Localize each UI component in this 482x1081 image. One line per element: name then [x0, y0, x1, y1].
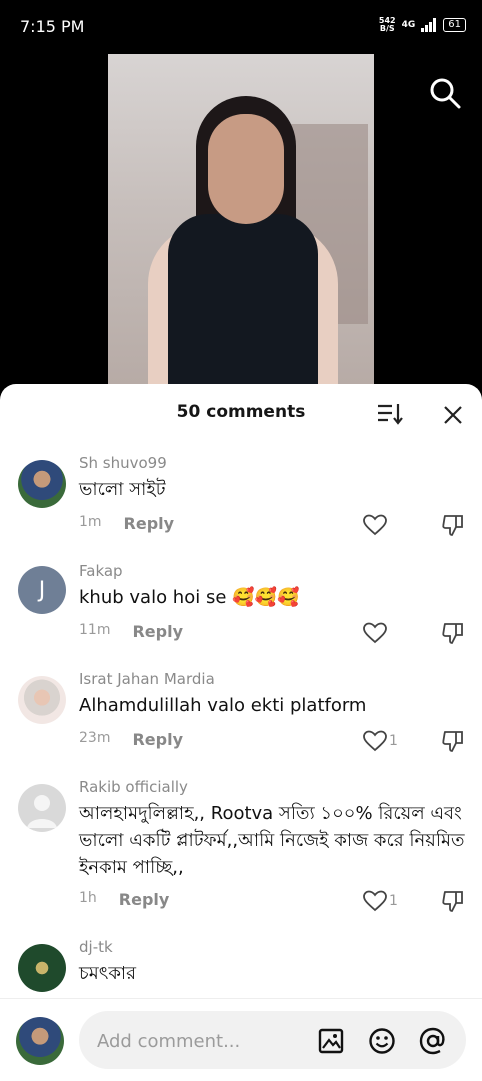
comment-username[interactable]: dj-tk — [79, 938, 113, 956]
comment-time: 1m — [79, 514, 102, 530]
comment-username[interactable]: Fakap — [79, 562, 123, 580]
comment-meta: 1m Reply — [79, 514, 174, 533]
network-speed: 542 B/S — [378, 16, 396, 33]
comment-time: 11m — [79, 622, 111, 638]
comment-text: আলহামদুলিল্লাহ,, Rootva সত্যি ১০০% রিয়ে… — [79, 803, 465, 878]
comment-meta: 23m Reply — [79, 730, 183, 749]
close-icon[interactable] — [440, 402, 466, 428]
comment-meta: 1h Reply — [79, 890, 169, 909]
video-subject-scarf — [168, 214, 318, 384]
comment-item: dj-tk চমৎকার — [0, 938, 482, 998]
avatar[interactable] — [18, 676, 66, 724]
comment-item: Sh shuvo99 ভালো সাইট 1m Reply — [0, 454, 482, 554]
like-button[interactable]: 1 — [363, 889, 403, 913]
heart-icon — [363, 514, 387, 536]
dislike-icon[interactable] — [441, 621, 465, 645]
comment-meta: 11m Reply — [79, 622, 183, 641]
comment-item: Israt Jahan Mardia Alhamdulillah valo ek… — [0, 670, 482, 770]
dislike-icon[interactable] — [441, 513, 465, 537]
battery-icon: 61 — [443, 18, 466, 32]
at-icon[interactable] — [419, 1027, 447, 1055]
default-avatar-icon — [27, 795, 57, 828]
comment-input[interactable] — [95, 1011, 299, 1071]
comment-text: ভালো সাইট — [79, 479, 166, 500]
video-subject-face — [208, 114, 284, 224]
heart-icon — [363, 622, 387, 644]
like-button[interactable]: 1 — [363, 729, 403, 753]
video-player[interactable] — [108, 54, 374, 384]
current-user-avatar[interactable] — [16, 1017, 64, 1065]
reply-button[interactable]: Reply — [124, 514, 175, 533]
like-button[interactable] — [363, 513, 403, 537]
avatar-initial: J — [38, 577, 46, 603]
network-type: 4G — [401, 20, 416, 30]
like-count: 1 — [389, 893, 398, 909]
status-time: 7:15 PM — [20, 17, 85, 36]
heart-icon — [363, 890, 387, 912]
like-count: 1 — [389, 733, 398, 749]
comment-text: khub valo hoi se 🥰🥰🥰 — [79, 587, 300, 608]
comment-text: চমৎকার — [79, 963, 137, 984]
avatar[interactable] — [18, 460, 66, 508]
reply-button[interactable]: Reply — [132, 730, 183, 749]
status-indicators: 542 B/S 4G 61 — [379, 17, 466, 33]
avatar[interactable]: J — [18, 566, 66, 614]
heart-icon — [363, 730, 387, 752]
search-icon[interactable] — [428, 76, 462, 110]
comment-username[interactable]: Sh shuvo99 — [79, 454, 167, 472]
comment-input-bar — [0, 998, 482, 1081]
comment-username[interactable]: Rakib officially — [79, 778, 188, 796]
image-icon[interactable] — [317, 1027, 345, 1055]
comment-text: Alhamdulillah valo ekti platform — [79, 695, 367, 716]
reply-button[interactable]: Reply — [119, 890, 170, 909]
comment-time: 23m — [79, 730, 111, 746]
signal-icon — [421, 18, 437, 32]
comment-input-container — [79, 1011, 466, 1071]
comment-time: 1h — [79, 890, 97, 906]
comments-sheet: 50 comments Sh shuvo99 ভালো সাইট 1m Repl… — [0, 384, 482, 1080]
avatar[interactable] — [18, 944, 66, 992]
emoji-icon[interactable] — [368, 1027, 396, 1055]
reply-button[interactable]: Reply — [132, 622, 183, 641]
comment-username[interactable]: Israt Jahan Mardia — [79, 670, 215, 688]
like-button[interactable] — [363, 621, 403, 645]
dislike-icon[interactable] — [441, 889, 465, 913]
sort-icon[interactable] — [376, 402, 404, 426]
status-bar: 7:15 PM 542 B/S 4G 61 — [0, 0, 482, 54]
comment-item: J Fakap khub valo hoi se 🥰🥰🥰 11m Reply — [0, 562, 482, 662]
dislike-icon[interactable] — [441, 729, 465, 753]
avatar[interactable] — [18, 784, 66, 832]
comment-item: Rakib officially আলহামদুলিল্লাহ,, Rootva… — [0, 778, 482, 928]
comments-count-title: 50 comments — [176, 402, 306, 422]
